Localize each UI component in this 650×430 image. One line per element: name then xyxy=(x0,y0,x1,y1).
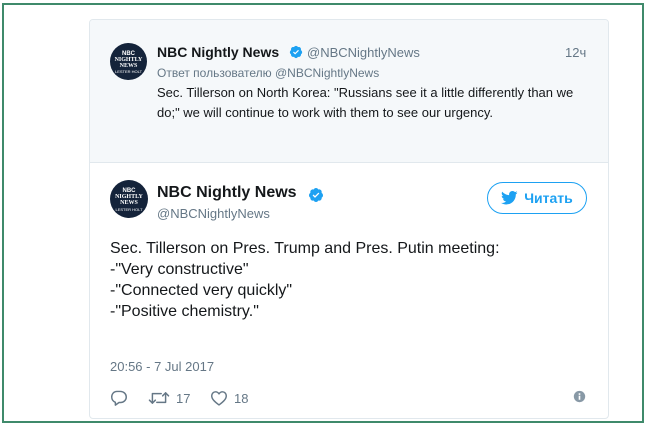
parent-author-handle[interactable]: @NBCNightlyNews xyxy=(307,45,420,60)
avatar[interactable]: NBC NIGHTLY NEWS LESTER HOLT xyxy=(110,180,148,218)
tweet-timestamp[interactable]: 20:56 - 7 Jul 2017 xyxy=(110,359,214,374)
follow-button-label: Читать xyxy=(524,190,573,206)
tweet-text-line: -"Connected very quickly" xyxy=(110,282,293,299)
retweet-icon xyxy=(148,392,170,404)
reply-icon xyxy=(110,390,127,406)
twitter-bird-icon xyxy=(501,191,518,205)
author-handle[interactable]: @NBCNightlyNews xyxy=(157,206,270,221)
parent-timestamp[interactable]: 12ч xyxy=(565,45,586,60)
embed-frame: NBC NIGHTLY NEWS LESTER HOLT NBC Nightly… xyxy=(2,3,644,423)
avatar[interactable]: NBC NIGHTLY NEWS LESTER HOLT xyxy=(110,43,147,80)
tweet-text-line: Sec. Tillerson on Pres. Trump and Pres. … xyxy=(110,240,500,257)
heart-icon xyxy=(211,391,227,406)
tweet-text: Sec. Tillerson on Pres. Trump and Pres. … xyxy=(110,238,590,322)
reply-context[interactable]: Ответ пользователю @NBCNightlyNews xyxy=(157,66,379,80)
tweet-text-line: -"Very constructive" xyxy=(110,261,249,278)
parent-tweet-text: Sec. Tillerson on North Korea: "Russians… xyxy=(157,85,574,120)
avatar-logo-line-2: NEWS xyxy=(120,200,138,206)
avatar-logo-sub: LESTER HOLT xyxy=(114,69,143,74)
verified-badge-icon xyxy=(289,45,303,59)
info-icon[interactable] xyxy=(573,390,586,403)
like-button[interactable]: 18 xyxy=(210,388,248,408)
parent-author-name[interactable]: NBC Nightly News xyxy=(157,44,279,60)
author-name[interactable]: NBC Nightly News xyxy=(157,184,297,202)
like-count: 18 xyxy=(234,390,249,406)
tweet-card: NBC NIGHTLY NEWS LESTER HOLT NBC Nightly… xyxy=(89,19,609,419)
tweet-text-line: -"Positive chemistry." xyxy=(110,303,259,320)
verified-badge-icon xyxy=(309,188,324,202)
parent-tweet[interactable]: NBC NIGHTLY NEWS LESTER HOLT NBC Nightly… xyxy=(90,20,608,163)
retweet-count: 17 xyxy=(176,390,191,406)
avatar-logo-sub: LESTER HOLT xyxy=(115,207,143,212)
follow-button[interactable]: Читать xyxy=(487,182,587,214)
retweet-button[interactable]: 17 xyxy=(148,388,190,408)
reply-button[interactable] xyxy=(110,388,128,408)
